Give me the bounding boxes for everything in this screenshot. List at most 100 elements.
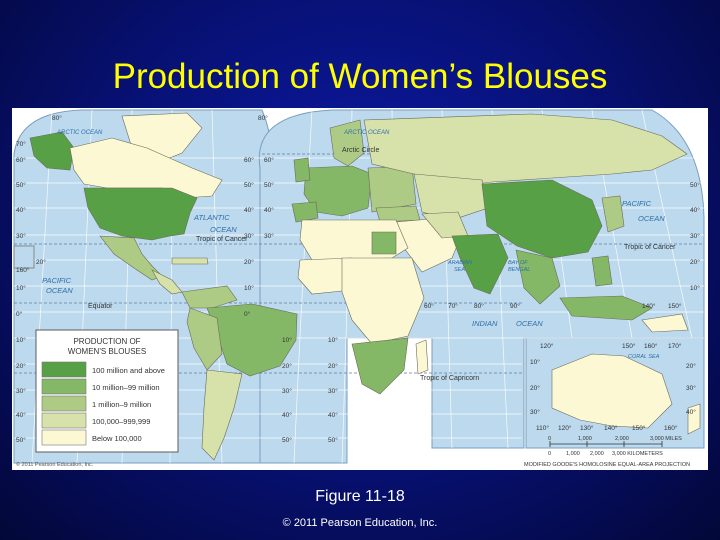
svg-text:160°: 160° [16, 266, 30, 274]
svg-text:10°: 10° [690, 284, 700, 292]
ocean-label: BAY OF [508, 260, 528, 266]
svg-text:80°: 80° [258, 114, 268, 122]
ocean-label: CORAL SEA [628, 354, 660, 360]
ocean-label: OCEAN [516, 319, 543, 328]
svg-text:3,000 KILOMETERS: 3,000 KILOMETERS [612, 451, 663, 457]
svg-text:1,000: 1,000 [566, 451, 580, 457]
egypt [371, 231, 397, 255]
svg-text:70°: 70° [448, 302, 458, 310]
svg-text:40°: 40° [686, 408, 696, 416]
svg-text:30°: 30° [328, 387, 338, 395]
svg-text:10°: 10° [16, 336, 26, 344]
inset-hawaii [13, 245, 35, 269]
legend-label: 100,000–999,999 [92, 417, 150, 426]
svg-text:50°: 50° [16, 436, 26, 444]
iberia [291, 201, 319, 223]
svg-text:10°: 10° [16, 284, 26, 292]
svg-text:40°: 40° [282, 411, 292, 419]
svg-text:60°: 60° [16, 156, 26, 164]
figure-caption: Figure 11-18 [315, 488, 405, 505]
svg-text:20°: 20° [16, 362, 26, 370]
svg-text:20°: 20° [282, 362, 292, 370]
svg-text:120°: 120° [558, 424, 572, 432]
svg-text:2,000: 2,000 [615, 436, 629, 442]
ocean-label: OCEAN [46, 286, 73, 295]
line-label-tropic-cancer-w: Tropic of Cancer [196, 236, 248, 243]
line-label-equator: Equator [88, 303, 113, 310]
svg-text:0: 0 [548, 451, 551, 457]
svg-text:40°: 40° [16, 411, 26, 419]
svg-text:50°: 50° [264, 181, 274, 189]
svg-text:40°: 40° [244, 206, 254, 214]
svg-text:20°: 20° [690, 258, 700, 266]
svg-text:50°: 50° [690, 181, 700, 189]
caribbean [171, 257, 209, 265]
legend-label: 10 million–99 million [92, 383, 160, 392]
svg-text:3,000 MILES: 3,000 MILES [650, 436, 682, 442]
svg-text:50°: 50° [328, 436, 338, 444]
svg-text:30°: 30° [282, 387, 292, 395]
svg-text:120°: 120° [540, 342, 554, 350]
ocean-label: INDIAN [472, 319, 498, 328]
svg-text:150°: 150° [632, 424, 646, 432]
svg-text:10°: 10° [530, 358, 540, 366]
svg-text:40°: 40° [264, 206, 274, 214]
svg-text:130°: 130° [580, 424, 594, 432]
svg-text:60°: 60° [264, 156, 274, 164]
svg-text:30°: 30° [16, 387, 26, 395]
legend-swatch [41, 378, 87, 395]
svg-text:30°: 30° [16, 232, 26, 240]
legend-swatch [41, 395, 87, 412]
svg-text:50°: 50° [16, 181, 26, 189]
svg-text:110°: 110° [536, 424, 549, 432]
turkey [375, 205, 421, 223]
line-label-tropic-capricorn: Tropic of Capricorn [420, 375, 479, 382]
svg-text:1,000: 1,000 [578, 436, 592, 442]
svg-text:170°: 170° [668, 342, 682, 350]
svg-text:160°: 160° [664, 424, 678, 432]
ocean-label: ARCTIC OCEAN [343, 130, 390, 136]
legend-label: 1 million–9 million [92, 400, 151, 409]
legend-swatch [41, 429, 87, 446]
southern-africa [351, 337, 409, 395]
map-credit: © 2011 Pearson Education, Inc. [16, 461, 94, 468]
svg-text:80°: 80° [52, 114, 62, 122]
ocean-label: PACIFIC [622, 199, 652, 208]
legend-swatch [41, 361, 87, 378]
ocean-label: SEA [454, 267, 465, 273]
line-label-arctic-circle: Arctic Circle [342, 147, 379, 154]
svg-text:50°: 50° [282, 436, 292, 444]
svg-text:0: 0 [548, 436, 551, 442]
svg-text:30°: 30° [530, 408, 540, 416]
svg-text:150°: 150° [622, 342, 636, 350]
svg-text:2,000: 2,000 [590, 451, 604, 457]
ocean-label: OCEAN [210, 225, 237, 234]
svg-text:10°: 10° [328, 336, 338, 344]
svg-text:40°: 40° [690, 206, 700, 214]
legend-label: 100 million and above [92, 366, 165, 375]
svg-text:160°: 160° [644, 342, 658, 350]
svg-text:20°: 20° [328, 362, 338, 370]
ocean-label: OCEAN [638, 214, 665, 223]
svg-text:30°: 30° [690, 232, 700, 240]
projection-note: MODIFIED GOODE'S HOMOLOSINE EQUAL-AREA P… [524, 462, 690, 468]
map-legend: PRODUCTION OF WOMEN'S BLOUSES 100 millio… [35, 329, 179, 453]
madagascar [415, 339, 429, 375]
uk [293, 157, 311, 183]
svg-text:10°: 10° [282, 336, 292, 344]
ocean-label: ARCTIC OCEAN [56, 130, 103, 136]
legend-swatch [41, 412, 87, 429]
svg-text:80°: 80° [474, 302, 484, 310]
ocean-label: ARABIAN [447, 260, 472, 266]
legend-label: Below 100,000 [92, 434, 142, 443]
svg-text:30°: 30° [244, 232, 254, 240]
legend-title-line1: PRODUCTION OF [73, 337, 140, 346]
svg-text:140°: 140° [642, 302, 656, 310]
svg-text:60°: 60° [424, 302, 434, 310]
svg-text:60°: 60° [244, 156, 254, 164]
svg-text:30°: 30° [686, 384, 696, 392]
copyright: © 2011 Pearson Education, Inc. [282, 517, 438, 529]
svg-text:140°: 140° [604, 424, 618, 432]
svg-text:40°: 40° [16, 206, 26, 214]
world-map: PRODUCTION OF WOMEN'S BLOUSES 100 millio… [12, 108, 708, 470]
